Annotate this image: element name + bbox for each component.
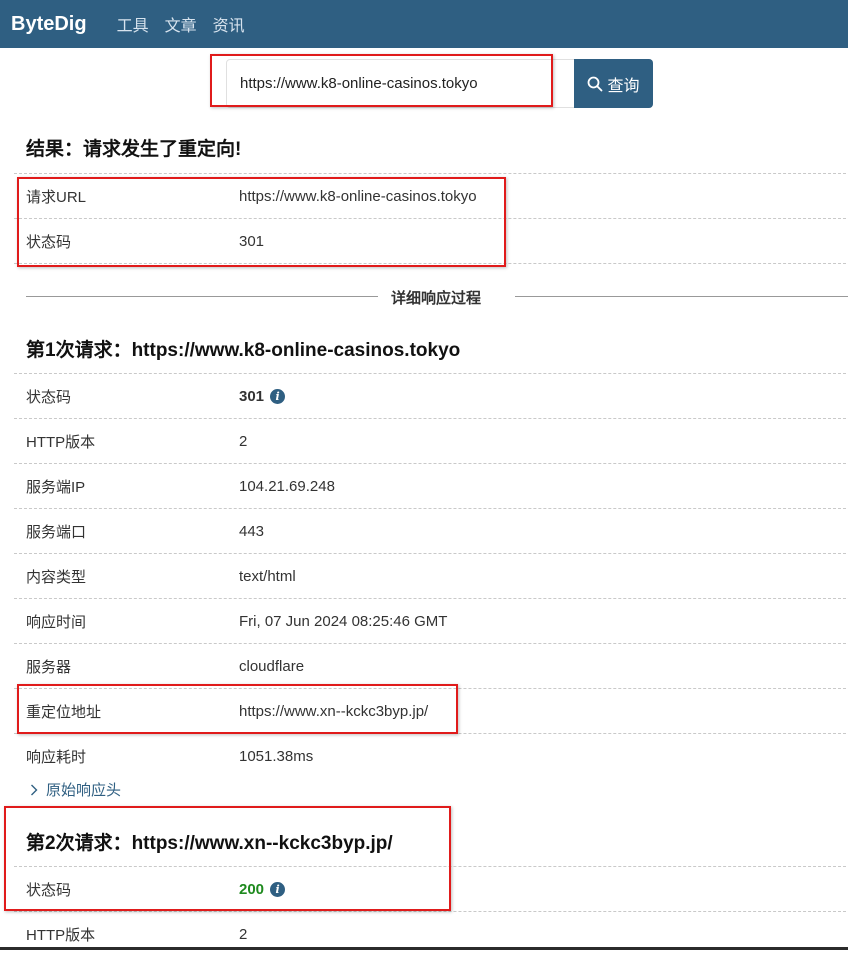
- row-label: HTTP版本: [26, 433, 96, 451]
- nav-link-articles[interactable]: 文章: [165, 12, 197, 36]
- row-label: HTTP版本: [26, 926, 96, 944]
- info-icon[interactable]: i: [270, 388, 286, 404]
- row-value: 2: [239, 925, 248, 943]
- request-1-heading: 第1次请求：https://www.k8-online-casinos.toky…: [26, 340, 461, 361]
- request-1-row-http-version: HTTP版本 2: [14, 418, 846, 463]
- row-label: 内容类型: [26, 568, 87, 586]
- request-1-row-content-type: 内容类型 text/html: [14, 553, 846, 598]
- result-heading: 结果：请求发生了重定向!: [26, 139, 242, 160]
- brand-logo[interactable]: ByteDig: [11, 13, 87, 36]
- highlight-box-result: [17, 177, 506, 267]
- row-label: 响应时间: [26, 613, 87, 631]
- row-label: 状态码: [26, 388, 72, 406]
- search-icon: [588, 76, 603, 91]
- row-value: 104.21.69.248: [239, 477, 335, 495]
- row-label: 响应耗时: [26, 748, 87, 766]
- top-navbar: ByteDig 工具 文章 资讯: [0, 0, 848, 48]
- row-value: cloudflare: [239, 657, 305, 675]
- request-1-row-server-ip: 服务端IP 104.21.69.248: [14, 463, 846, 508]
- highlight-box-request-2: [4, 806, 451, 911]
- row-label: 服务端口: [26, 523, 87, 541]
- highlight-box-redirect: [17, 684, 458, 734]
- divider-line-right: [515, 296, 848, 297]
- divider-line-left: [26, 296, 378, 297]
- query-button[interactable]: 查询: [574, 59, 653, 108]
- request-1-row-duration: 响应耗时 1051.38ms: [14, 733, 846, 778]
- highlight-box-search: [210, 54, 553, 107]
- raw-headers-label: 原始响应头: [46, 782, 122, 799]
- divider-label: 详细响应过程: [391, 290, 482, 307]
- row-label: 服务端IP: [26, 478, 86, 496]
- query-button-label: 查询: [607, 77, 640, 95]
- row-value: 2: [239, 432, 248, 450]
- chevron-right-icon: [31, 784, 38, 795]
- row-value: Fri, 07 Jun 2024 08:25:46 GMT: [239, 612, 448, 630]
- row-value: text/html: [239, 567, 296, 585]
- row-value: 1051.38ms: [239, 747, 314, 765]
- request-1-row-server: 服务器 cloudflare: [14, 643, 846, 688]
- nav-link-news[interactable]: 资讯: [213, 12, 245, 36]
- raw-headers-toggle[interactable]: 原始响应头: [30, 779, 121, 800]
- nav-link-tools[interactable]: 工具: [117, 12, 149, 36]
- request-1-row-port: 服务端口 443: [14, 508, 846, 553]
- row-value: 443: [239, 522, 265, 540]
- row-value-wrap: 301 i: [239, 387, 286, 405]
- row-value: 301: [239, 387, 265, 405]
- request-1-row-status: 状态码 301 i: [14, 373, 846, 418]
- row-label: 服务器: [26, 658, 72, 676]
- request-1-row-response-time: 响应时间 Fri, 07 Jun 2024 08:25:46 GMT: [14, 598, 846, 643]
